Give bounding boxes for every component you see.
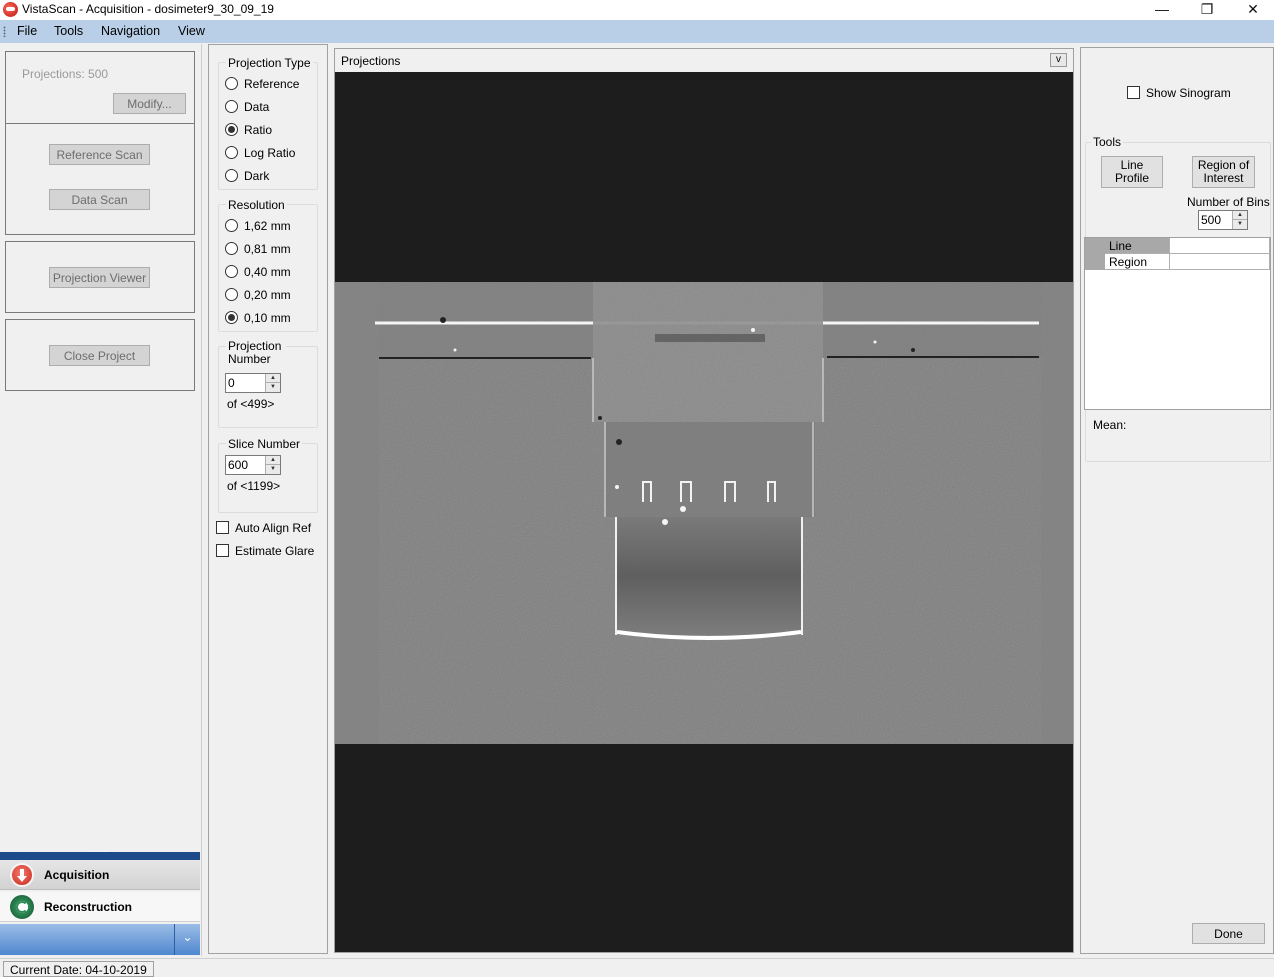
projection-ratio-image xyxy=(335,282,1073,744)
projection-type-title: Projection Type xyxy=(226,56,313,70)
radio-label-res-0-20: 0,20 mm xyxy=(244,288,291,302)
table-cell[interactable] xyxy=(1170,254,1270,270)
projections-title: Projections xyxy=(341,54,401,68)
modify-button[interactable]: Modify... xyxy=(113,93,186,114)
bins-up-icon[interactable]: ▲ xyxy=(1233,211,1247,220)
nav-item-acquisition[interactable]: Acquisition xyxy=(0,860,200,890)
menu-navigation[interactable]: Navigation xyxy=(101,24,160,38)
projection-number-value: 0 xyxy=(228,376,235,390)
estimate-glare-checkbox[interactable] xyxy=(216,544,229,557)
line-profile-button[interactable]: Line Profile xyxy=(1101,156,1163,188)
radio-label-res-0-40: 0,40 mm xyxy=(244,265,291,279)
auto-align-ref-checkbox[interactable] xyxy=(216,521,229,534)
close-project-button[interactable]: Close Project xyxy=(49,345,150,366)
projection-number-title: Projection Number xyxy=(226,340,286,366)
viewer-group: Projection Viewer xyxy=(5,241,195,313)
nav-overflow-bar: ⌄ xyxy=(0,924,200,955)
nav-label-acquisition: Acquisition xyxy=(44,868,110,882)
radio-label-res-0-81: 0,81 mm xyxy=(244,242,291,256)
mean-label: Mean: xyxy=(1093,418,1127,432)
radio-ratio[interactable] xyxy=(225,123,238,136)
vistascan-app-icon xyxy=(3,2,18,17)
radio-label-res-0-10: 0,10 mm xyxy=(244,311,291,325)
reconstruction-refresh-icon xyxy=(10,895,34,919)
number-of-bins-stepper[interactable]: 500 ▲ ▼ xyxy=(1198,210,1248,230)
statistics-table: Line Region xyxy=(1084,237,1271,410)
menu-grip-icon[interactable] xyxy=(3,26,6,37)
projection-number-down-icon[interactable]: ▼ xyxy=(266,383,280,392)
reference-scan-button[interactable]: Reference Scan xyxy=(49,144,150,165)
projection-number-stepper[interactable]: 0 ▲ ▼ xyxy=(225,373,281,393)
radio-log-ratio[interactable] xyxy=(225,146,238,159)
acquisition-download-icon xyxy=(10,863,34,887)
projection-number-up-icon[interactable]: ▲ xyxy=(266,374,280,383)
table-row-header[interactable] xyxy=(1085,238,1105,254)
radio-label-log-ratio: Log Ratio xyxy=(244,146,296,160)
radio-label-data: Data xyxy=(244,100,270,114)
radio-res-1-62[interactable] xyxy=(225,219,238,232)
current-date-status: Current Date: 04-10-2019 xyxy=(3,961,154,977)
slice-number-up-icon[interactable]: ▲ xyxy=(266,456,280,465)
tools-title: Tools xyxy=(1091,135,1124,149)
region-of-interest-button[interactable]: Region of Interest xyxy=(1192,156,1255,188)
projections-group: Projections: 500 Modify... xyxy=(5,51,195,124)
radio-res-0-20[interactable] xyxy=(225,288,238,301)
title-bar: VistaScan - Acquisition - dosimeter9_30_… xyxy=(0,0,1274,20)
projections-count-label: Projections: 500 xyxy=(22,67,109,81)
scan-group: Reference Scan Data Scan xyxy=(5,123,195,235)
nav-overflow-chevron-icon[interactable]: ⌄ xyxy=(174,924,200,955)
menu-tools[interactable]: Tools xyxy=(54,24,83,38)
menu-bar: File Tools Navigation View xyxy=(0,20,1274,43)
slice-number-value: 600 xyxy=(228,458,249,472)
radio-res-0-40[interactable] xyxy=(225,265,238,278)
show-sinogram-label: Show Sinogram xyxy=(1146,86,1231,100)
projections-panel: Projections v xyxy=(334,48,1074,953)
data-scan-button[interactable]: Data Scan xyxy=(49,189,150,210)
splitter-grip-icon: ····· xyxy=(90,846,107,857)
radio-dark[interactable] xyxy=(225,169,238,182)
radio-data[interactable] xyxy=(225,100,238,113)
slice-number-down-icon[interactable]: ▼ xyxy=(266,465,280,474)
projections-dropdown-button[interactable]: v xyxy=(1050,53,1067,67)
number-of-bins-value: 500 xyxy=(1201,213,1222,227)
minimize-button[interactable]: — xyxy=(1139,0,1185,20)
navigation-splitter[interactable]: ····· xyxy=(0,846,200,860)
close-project-group: Close Project xyxy=(5,319,195,391)
projection-number-of-label: of <499> xyxy=(227,397,275,411)
radio-label-dark: Dark xyxy=(244,169,270,183)
done-button[interactable]: Done xyxy=(1192,923,1265,944)
show-sinogram-checkbox[interactable] xyxy=(1127,86,1140,99)
number-of-bins-label: Number of Bins xyxy=(1187,195,1270,209)
projection-viewer-button[interactable]: Projection Viewer xyxy=(49,267,150,288)
resolution-title: Resolution xyxy=(226,198,287,212)
close-window-button[interactable]: ✕ xyxy=(1230,0,1274,20)
table-row-line[interactable]: Line xyxy=(1105,238,1170,254)
slice-number-title: Slice Number xyxy=(226,437,303,451)
radio-res-0-81[interactable] xyxy=(225,242,238,255)
estimate-glare-label: Estimate Glare xyxy=(235,544,315,558)
nav-label-reconstruction: Reconstruction xyxy=(44,900,133,914)
restore-button[interactable]: ❐ xyxy=(1184,0,1230,20)
window-title: VistaScan - Acquisition - dosimeter9_30_… xyxy=(22,2,274,16)
slice-number-group xyxy=(218,443,318,513)
slice-number-of-label: of <1199> xyxy=(227,479,281,493)
menu-file[interactable]: File xyxy=(17,24,37,38)
nav-item-reconstruction[interactable]: Reconstruction xyxy=(0,892,200,922)
slice-number-stepper[interactable]: 600 ▲ ▼ xyxy=(225,455,281,475)
table-row-region[interactable]: Region xyxy=(1105,254,1170,270)
table-row-header[interactable] xyxy=(1085,254,1105,270)
table-cell[interactable] xyxy=(1170,238,1270,254)
radio-reference[interactable] xyxy=(225,77,238,90)
bins-down-icon[interactable]: ▼ xyxy=(1233,220,1247,229)
menu-view[interactable]: View xyxy=(178,24,205,38)
radio-label-res-1-62: 1,62 mm xyxy=(244,219,291,233)
radio-res-0-10[interactable] xyxy=(225,311,238,324)
projections-header: Projections v xyxy=(335,49,1073,72)
radio-label-ratio: Ratio xyxy=(244,123,273,137)
radio-label-reference: Reference xyxy=(244,77,300,91)
status-bar: Current Date: 04-10-2019 xyxy=(0,958,1274,977)
projection-image-viewport[interactable] xyxy=(335,72,1073,952)
auto-align-ref-label: Auto Align Ref xyxy=(235,521,312,535)
